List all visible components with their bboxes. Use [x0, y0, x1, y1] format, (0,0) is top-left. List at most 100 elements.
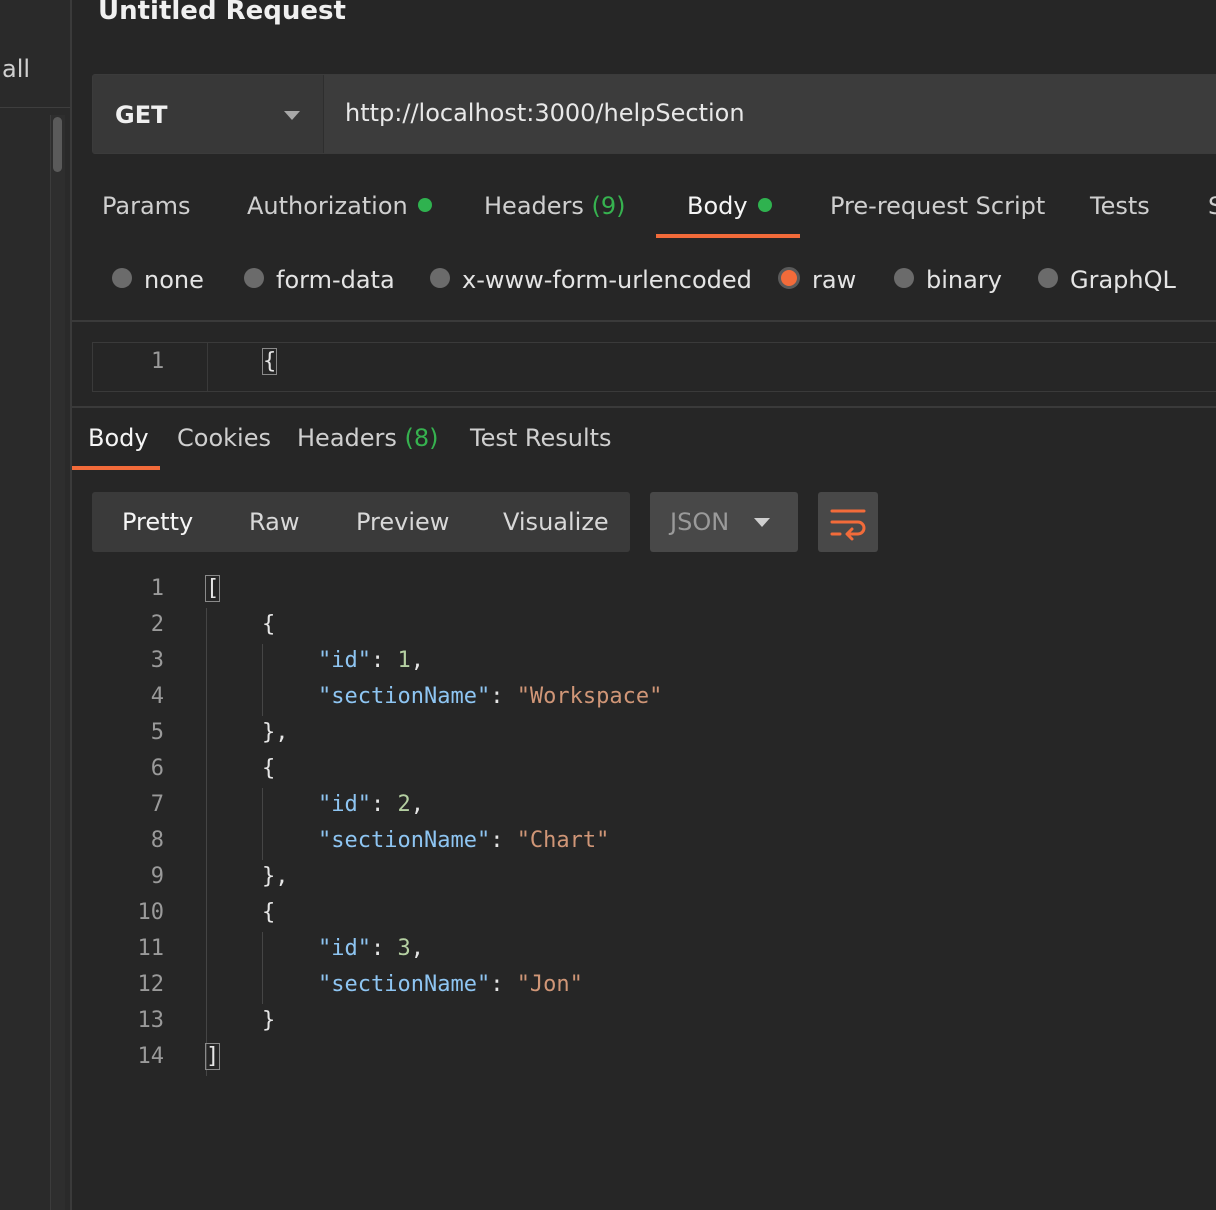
status-dot-icon — [757, 198, 772, 212]
tab-test-results[interactable]: Test Results — [470, 424, 612, 452]
radio-form-data[interactable]: form-data — [244, 266, 395, 294]
radio-form-data-label: form-data — [276, 266, 395, 294]
tab-headers[interactable]: Headers (9) — [484, 192, 626, 220]
tab-prerequest-script[interactable]: Pre-request Script — [830, 192, 1045, 220]
active-tab-indicator — [656, 234, 800, 238]
tab-settings-partial[interactable]: S — [1208, 192, 1216, 220]
json-punctuation: [ — [204, 575, 221, 602]
json-punctuation: { — [262, 612, 276, 637]
radio-graphql[interactable]: GraphQL — [1038, 266, 1176, 294]
view-visualize-button[interactable]: Visualize — [503, 508, 609, 536]
radio-none-label: none — [144, 266, 204, 294]
tab-headers-label: Headers — [484, 192, 584, 220]
wrap-lines-button[interactable] — [818, 492, 878, 552]
view-preview-button[interactable]: Preview — [356, 508, 449, 536]
tab-tests[interactable]: Tests — [1090, 192, 1150, 220]
json-value: "Jon" — [516, 972, 583, 997]
code-line: 12 "sectionName": "Jon" — [112, 968, 1112, 1004]
json-key: "sectionName" — [318, 972, 491, 997]
request-panel: Untitled Request GET http://localhost:30… — [72, 0, 1216, 1210]
tab-response-headers-label: Headers — [297, 424, 397, 452]
code-line: 11 "id": 3, — [112, 932, 1112, 968]
sidebar-scrollbar-thumb[interactable] — [53, 117, 62, 172]
radio-off-icon — [1038, 268, 1058, 288]
code-line: 7 "id": 2, — [112, 788, 1112, 824]
radio-off-icon — [244, 268, 264, 288]
request-body-editor[interactable]: 1 { — [92, 342, 1216, 392]
chevron-down-icon — [754, 518, 770, 527]
code-text: { — [262, 612, 275, 637]
line-number: 5 — [150, 720, 164, 745]
code-line: { — [261, 348, 278, 375]
radio-off-icon — [430, 268, 450, 288]
tab-response-headers[interactable]: Headers (8) — [297, 424, 439, 452]
body-type-options: none form-data x-www-form-urlencoded raw… — [72, 262, 1216, 302]
tab-authorization-label: Authorization — [247, 192, 408, 220]
sidebar-scrollbar[interactable] — [50, 115, 65, 1210]
line-number: 13 — [137, 1008, 165, 1033]
json-value: 3 — [397, 936, 411, 961]
tab-params-label: Params — [102, 192, 191, 220]
code-text: } — [262, 1008, 275, 1033]
tab-params[interactable]: Params — [102, 192, 191, 220]
code-line: 9}, — [112, 860, 1112, 896]
tab-authorization[interactable]: Authorization — [247, 192, 432, 220]
request-tabs: Params Authorization Headers (9) Body Pr… — [72, 186, 1216, 242]
tab-prerequest-label: Pre-request Script — [830, 192, 1046, 220]
code-text: "sectionName": "Workspace" — [318, 684, 663, 709]
line-number: 8 — [150, 828, 164, 853]
radio-urlencoded-label: x-www-form-urlencoded — [462, 266, 752, 294]
json-punctuation: { — [262, 900, 276, 925]
json-value: "Workspace" — [516, 684, 663, 709]
wrap-lines-icon — [830, 509, 866, 541]
radio-binary[interactable]: binary — [894, 266, 1002, 294]
sidebar-divider — [0, 107, 70, 108]
json-comma: , — [410, 648, 424, 673]
line-number: 1 — [151, 349, 165, 374]
line-number: 4 — [150, 684, 164, 709]
json-key: "sectionName" — [318, 828, 491, 853]
code-line: 1[ — [112, 572, 1112, 608]
radio-raw[interactable]: raw — [778, 266, 856, 294]
code-text: [ — [204, 575, 221, 602]
json-punctuation: }, — [262, 864, 289, 889]
code-text: ] — [204, 1043, 221, 1070]
json-comma: , — [410, 936, 424, 961]
code-text: "id": 1, — [318, 648, 424, 673]
view-mode-bar: Pretty Raw Preview Visualize — [92, 492, 630, 552]
code-line: 4 "sectionName": "Workspace" — [112, 680, 1112, 716]
radio-none[interactable]: none — [112, 266, 204, 294]
view-raw-button[interactable]: Raw — [249, 508, 299, 536]
active-tab-indicator — [72, 466, 160, 470]
tab-cookies[interactable]: Cookies — [177, 424, 271, 452]
json-key: "id" — [318, 792, 371, 817]
url-input[interactable]: http://localhost:3000/helpSection — [345, 99, 745, 127]
code-text: "id": 2, — [318, 792, 424, 817]
json-value: 1 — [397, 648, 411, 673]
tab-body[interactable]: Body — [687, 192, 772, 220]
code-line: 3 "id": 1, — [112, 644, 1112, 680]
radio-raw-label: raw — [812, 266, 857, 294]
headers-count: (8) — [404, 424, 439, 452]
request-title[interactable]: Untitled Request — [98, 0, 346, 26]
sidebar-partial-label[interactable]: all — [2, 55, 30, 83]
json-punctuation: } — [262, 1008, 276, 1033]
method-select[interactable]: GET — [93, 75, 324, 153]
sidebar: all — [0, 0, 72, 1210]
code-line: 6{ — [112, 752, 1112, 788]
radio-urlencoded[interactable]: x-www-form-urlencoded — [430, 266, 752, 294]
code-text: "sectionName": "Chart" — [318, 828, 610, 853]
json-key: "id" — [318, 648, 371, 673]
radio-binary-label: binary — [926, 266, 1002, 294]
line-number: 7 — [150, 792, 164, 817]
line-number: 2 — [150, 612, 164, 637]
json-punctuation: ] — [204, 1043, 221, 1070]
tab-response-body[interactable]: Body — [88, 424, 149, 452]
response-body-editor[interactable]: 1[2{3 "id": 1, 4 "sectionName": "Workspace"… — [112, 572, 1112, 1092]
line-number: 9 — [150, 864, 164, 889]
code-line: 13} — [112, 1004, 1112, 1040]
method-label: GET — [115, 101, 168, 129]
pane-splitter[interactable] — [72, 406, 1216, 408]
view-pretty-button[interactable]: Pretty — [122, 508, 193, 536]
format-select[interactable]: JSON — [650, 492, 798, 552]
